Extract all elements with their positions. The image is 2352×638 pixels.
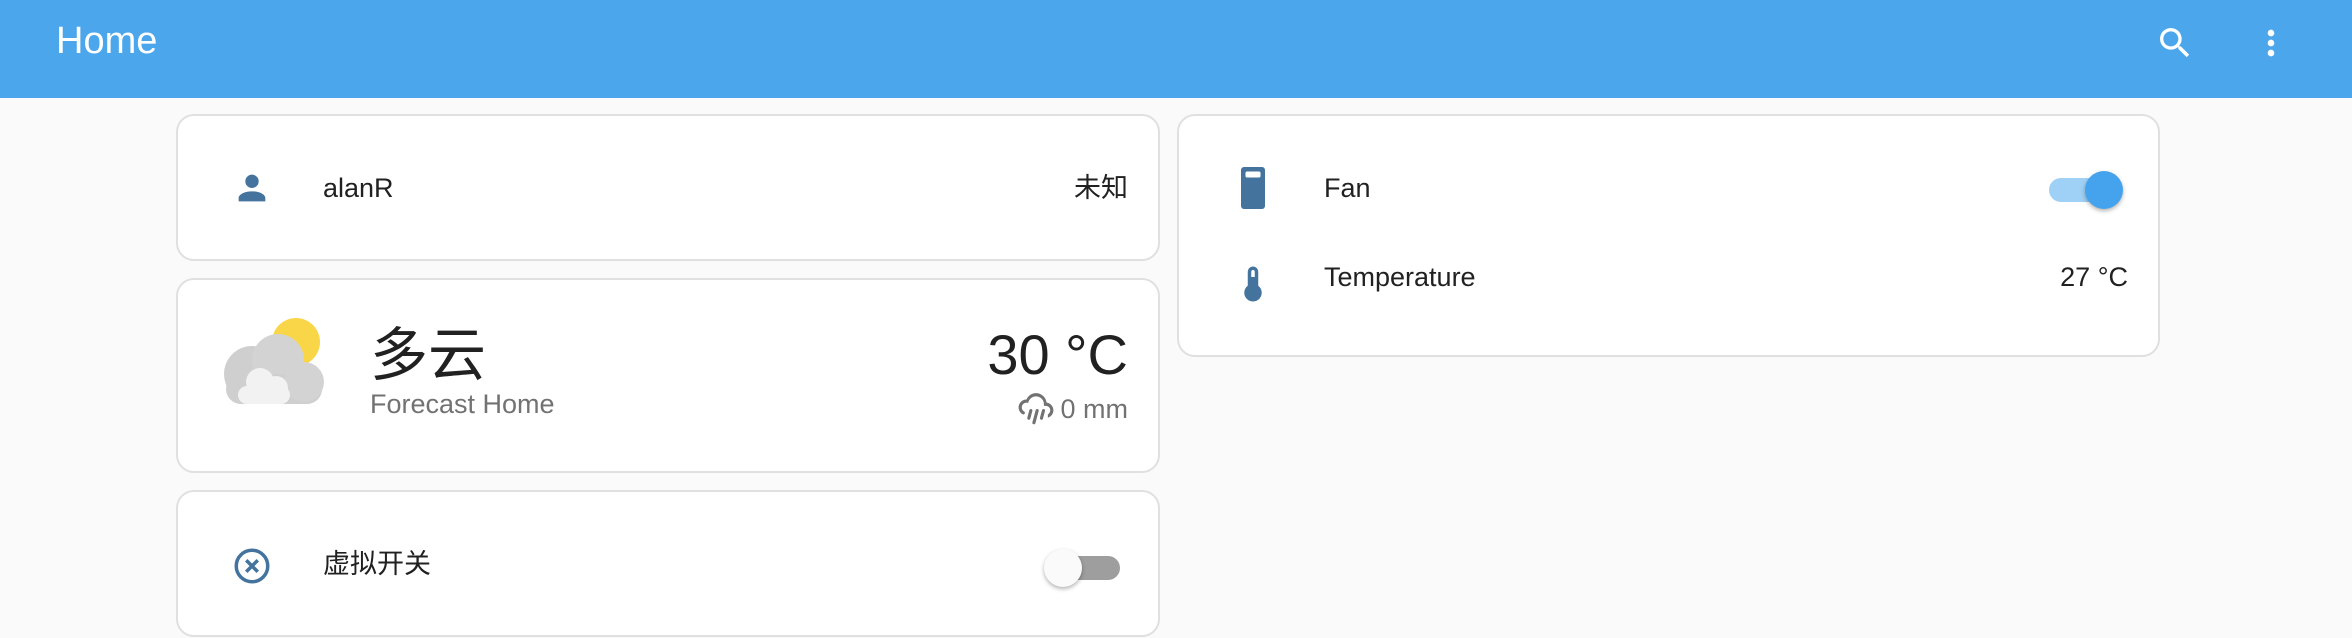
partly-cloudy-icon: [218, 316, 328, 408]
switch-name: 虚拟开关: [323, 549, 431, 579]
temperature-name: Temperature: [1324, 262, 1476, 292]
top-app-bar: Home: [0, 0, 2352, 98]
temperature-value: 27 °C: [2060, 262, 2128, 292]
close-circle-icon: [228, 542, 276, 590]
weather-condition: 多云: [370, 323, 487, 388]
rain-cloud-icon: [1017, 390, 1055, 428]
precipitation-value: 0 mm: [1060, 394, 1129, 424]
account-icon: [228, 164, 276, 212]
toggle-thumb: [1044, 549, 1082, 587]
weather-precipitation: 0 mm: [1017, 390, 1129, 428]
person-state: 未知: [1074, 173, 1128, 203]
entity-row-fan[interactable]: Fan: [1179, 116, 2158, 212]
thermometer-icon: [1229, 260, 1277, 308]
person-card[interactable]: alanR 未知: [176, 114, 1160, 261]
fan-name: Fan: [1324, 173, 1371, 203]
entities-card: Fan Temperature 27 °C: [1177, 114, 2160, 357]
weather-entity-name: Forecast Home: [370, 389, 555, 419]
more-vertical-icon[interactable]: [2244, 16, 2298, 70]
fan-toggle[interactable]: [2043, 166, 2123, 210]
fan-device-icon: [1229, 164, 1277, 212]
search-icon[interactable]: [2148, 16, 2202, 70]
toggle-thumb: [2085, 171, 2123, 209]
person-name: alanR: [323, 173, 394, 203]
app-title: Home: [56, 20, 158, 62]
entity-row-temperature[interactable]: Temperature 27 °C: [1179, 212, 2158, 308]
virtual-switch-toggle[interactable]: [1044, 544, 1124, 588]
virtual-switch-card[interactable]: 虚拟开关: [176, 490, 1160, 637]
weather-forecast-card[interactable]: 多云 Forecast Home 30 °C 0 mm: [176, 278, 1160, 473]
weather-temperature: 30 °C: [987, 323, 1128, 386]
